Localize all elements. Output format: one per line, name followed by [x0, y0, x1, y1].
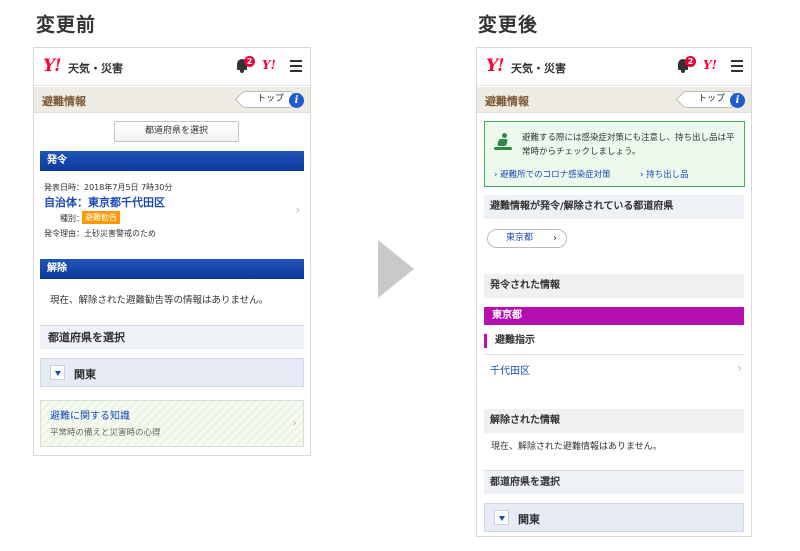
- knowledge-title: 避難に関する知識: [50, 411, 130, 422]
- lifted-header: 解除: [40, 259, 304, 279]
- prefecture-pill-tokyo[interactable]: 東京都 ›: [487, 229, 567, 248]
- section-bar: 避難情報 トップ i: [34, 87, 310, 113]
- region-kanto[interactable]: 関東: [484, 503, 744, 532]
- before-screen: Y! 天気・災害 2 Y! 避難情報 トップ i 都道府県を選択 発令 発表日時…: [33, 47, 311, 456]
- notification-badge: 2: [685, 56, 696, 67]
- evacuation-person-icon: [494, 133, 512, 151]
- lifted-info-header: 解除された情報: [484, 409, 744, 433]
- service-name: 天気・災害: [68, 62, 123, 75]
- region-kanto[interactable]: 関東: [40, 358, 304, 387]
- notification-badge: 2: [244, 56, 255, 67]
- corona-measures-link[interactable]: › 避難所でのコロナ感染症対策: [494, 168, 611, 180]
- section-title: 避難情報: [42, 95, 86, 108]
- issued-header: 発令: [40, 151, 304, 171]
- city-item[interactable]: 千代田区 ›: [484, 355, 744, 381]
- app-header: Y! 天気・災害 2 Y!: [34, 48, 310, 86]
- info-icon[interactable]: i: [730, 93, 745, 108]
- notice-text: 避難する際には感染症対策にも注意し、持ち出し品は平常時からチェックしましょう。: [522, 133, 735, 157]
- yahoo-top-icon[interactable]: Y!: [262, 58, 276, 72]
- kind-label: 種別：: [60, 214, 84, 223]
- lifted-message: 現在、解除された避難勧告等の情報はありません。: [50, 295, 269, 306]
- yahoo-logo[interactable]: Y!: [43, 56, 62, 76]
- carry-items-link[interactable]: › 持ち出し品: [640, 168, 689, 180]
- chevron-right-icon: ›: [295, 203, 300, 217]
- reason: 発令理由：土砂災害警戒のため: [44, 229, 156, 238]
- after-label: 変更後: [478, 14, 539, 36]
- yahoo-top-icon[interactable]: Y!: [703, 58, 717, 72]
- announce-time: 発表日時：2018年7月5日 7時30分: [44, 183, 173, 192]
- menu-icon[interactable]: [290, 60, 302, 72]
- after-screen: Y! 天気・災害 2 Y! 避難情報 トップ i 避難する際には感染症対策にも注…: [476, 47, 752, 537]
- select-prefecture-title: 都道府県を選択: [40, 325, 304, 349]
- chevron-right-icon: ›: [737, 361, 742, 375]
- knowledge-subtitle: 平常時の備えと災害時の心得: [50, 428, 161, 438]
- prefecture-status-header: 避難情報が発令/解除されている都道府県: [484, 195, 744, 219]
- select-prefecture-button[interactable]: 都道府県を選択: [114, 121, 239, 142]
- kind-tag: 避難勧告: [82, 211, 120, 224]
- region-label: 関東: [74, 368, 96, 381]
- chevron-right-icon: ›: [553, 233, 557, 244]
- issued-item[interactable]: 発表日時：2018年7月5日 7時30分 自治体：東京都千代田区 種別： 避難勧…: [40, 176, 304, 244]
- evacuation-notice: 避難する際には感染症対策にも注意し、持ち出し品は平常時からチェックしましょう。 …: [484, 121, 745, 187]
- chevron-right-icon: ›: [292, 416, 297, 430]
- region-label: 関東: [518, 513, 540, 526]
- municipality: 自治体：東京都千代田区: [44, 196, 165, 209]
- knowledge-link[interactable]: 避難に関する知識 平常時の備えと災害時の心得 ›: [40, 400, 304, 447]
- menu-icon[interactable]: [731, 60, 743, 72]
- app-header: Y! 天気・災害 2 Y!: [477, 48, 751, 86]
- triangle-down-icon: [50, 365, 65, 380]
- city-name: 千代田区: [490, 366, 530, 377]
- issued-info-header: 発令された情報: [484, 274, 744, 298]
- info-icon[interactable]: i: [289, 93, 304, 108]
- before-label: 変更前: [36, 14, 97, 36]
- select-prefecture-title: 都道府県を選択: [484, 470, 744, 494]
- triangle-down-icon: [494, 510, 509, 525]
- arrow-right-icon: [378, 240, 414, 298]
- service-name: 天気・災害: [511, 62, 566, 75]
- section-title: 避難情報: [485, 95, 529, 108]
- lifted-message: 現在、解除された避難情報はありません。: [491, 442, 662, 452]
- pill-label: 東京都: [506, 233, 534, 243]
- instruction-label: 避難指示: [484, 334, 535, 348]
- top-button[interactable]: トップ: [683, 91, 735, 108]
- section-bar: 避難情報 トップ i: [477, 87, 751, 113]
- top-button[interactable]: トップ: [242, 91, 294, 108]
- prefecture-bar: 東京都: [484, 307, 744, 325]
- yahoo-logo[interactable]: Y!: [486, 56, 505, 76]
